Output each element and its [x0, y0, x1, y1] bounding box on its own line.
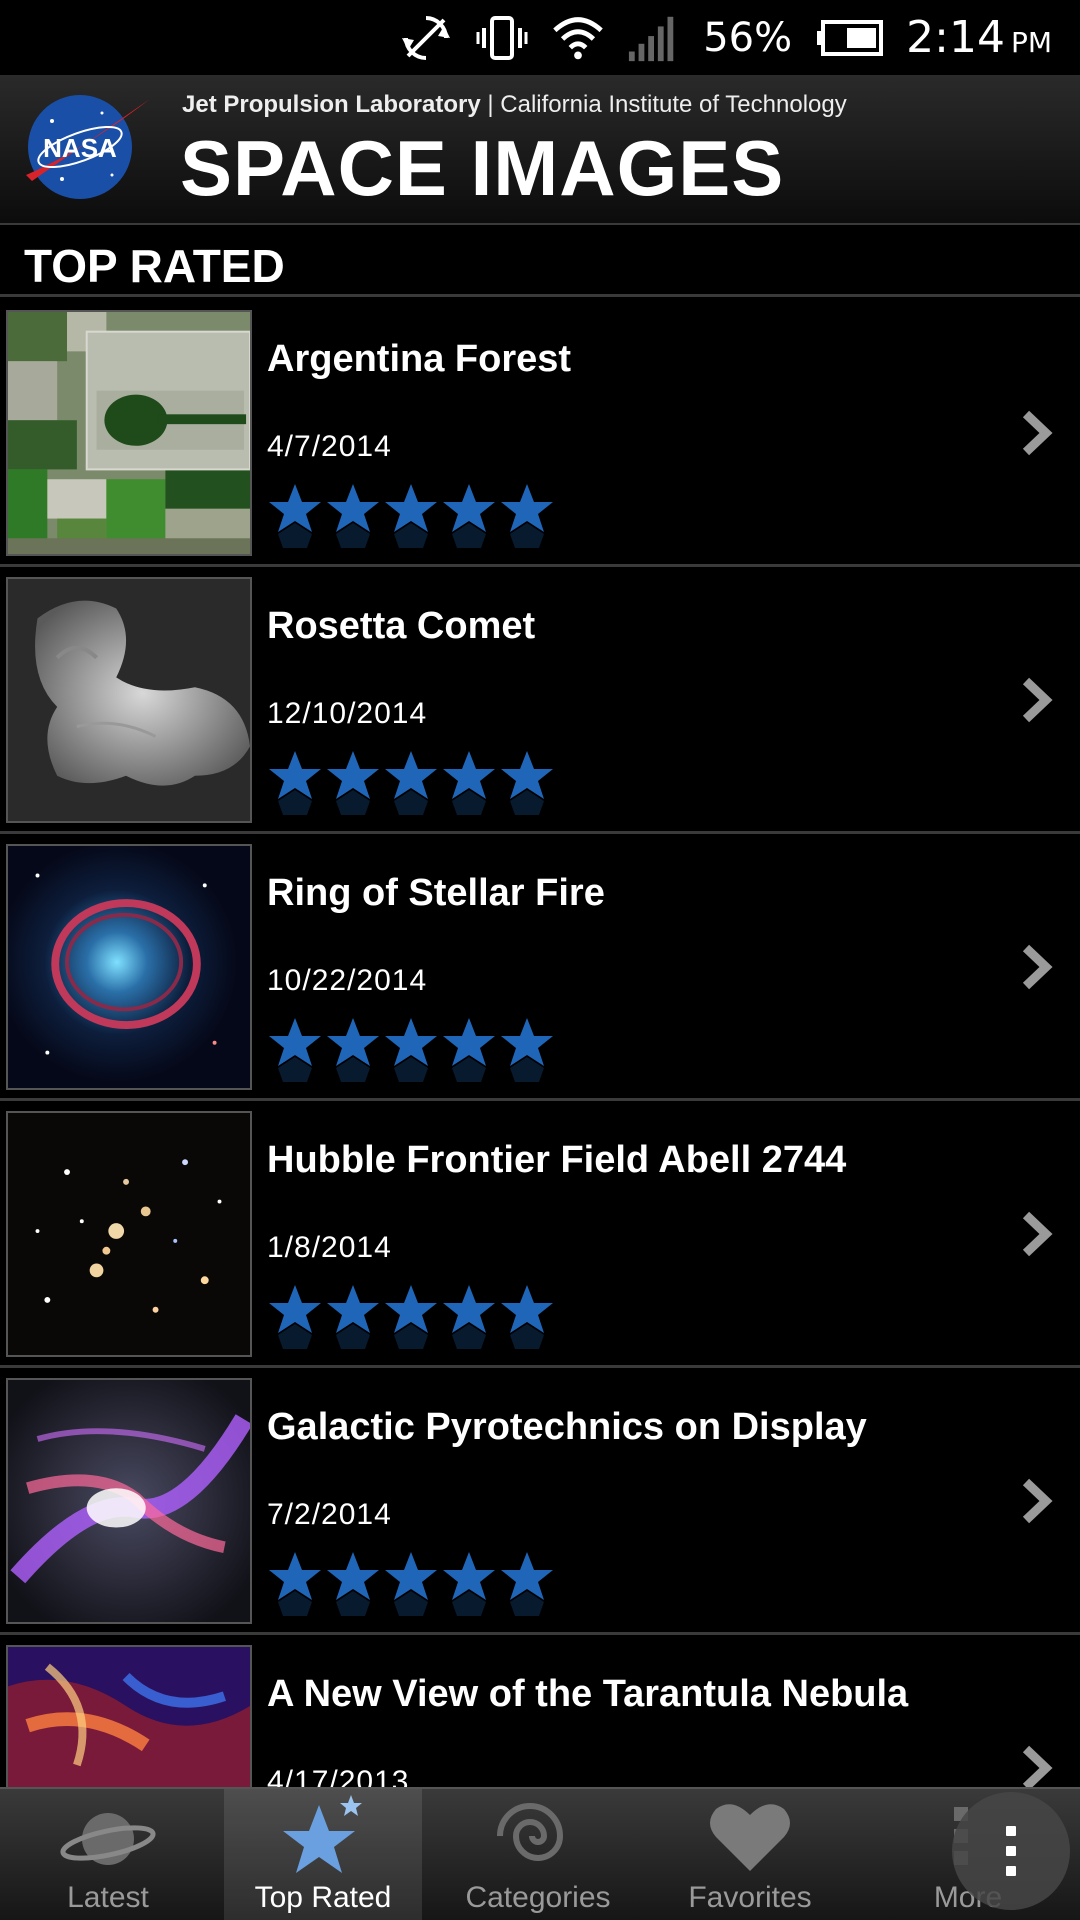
- list-item[interactable]: A New View of the Tarantula Nebula 4/17/…: [0, 1635, 1080, 1787]
- thumbnail: [6, 1378, 252, 1624]
- list-item[interactable]: Galactic Pyrotechnics on Display 7/2/201…: [0, 1368, 1080, 1635]
- star-icon: [443, 484, 495, 548]
- stars-icon: [283, 1795, 362, 1873]
- battery-percent: 56%: [703, 14, 793, 61]
- nasa-logo: NASA: [26, 95, 150, 199]
- star-icon: [269, 1285, 321, 1349]
- star-icon: [327, 484, 379, 548]
- org-line: Jet Propulsion Laboratory | California I…: [182, 91, 847, 118]
- star-icon: [269, 484, 321, 548]
- tab-label: Latest: [67, 1881, 149, 1914]
- star-icon: [269, 751, 321, 815]
- signal-icon: [627, 11, 681, 65]
- overflow-menu-button[interactable]: [952, 1792, 1070, 1910]
- star-icon: [385, 751, 437, 815]
- item-title: A New View of the Tarantula Nebula: [267, 1673, 909, 1715]
- rating-stars: [267, 1016, 555, 1086]
- heart-icon: [710, 1804, 790, 1871]
- sync-off-icon: [399, 11, 453, 65]
- clock: 2:14 PM: [906, 12, 1052, 63]
- wifi-icon: [551, 11, 605, 65]
- star-icon: [327, 1285, 379, 1349]
- star-icon: [385, 1018, 437, 1082]
- section-title: TOP RATED: [24, 240, 285, 292]
- star-icon: [385, 1552, 437, 1616]
- svg-text:NASA: NASA: [43, 133, 117, 163]
- status-bar: 56% 2:14 PM: [0, 0, 1080, 75]
- app-header: NASA Jet Propulsion Laboratory | Califor…: [0, 75, 1080, 225]
- galaxy-icon: [497, 1803, 564, 1861]
- rating-stars: [267, 482, 555, 552]
- item-date: 7/2/2014: [267, 1498, 392, 1531]
- chevron-right-icon: [1022, 944, 1053, 990]
- tab-label: Categories: [465, 1881, 611, 1914]
- item-title: Rosetta Comet: [267, 605, 536, 647]
- rating-stars: [267, 749, 555, 819]
- image-list: Argentina Forest 4/7/2014 Rosetta Comet …: [0, 300, 1080, 1787]
- list-item[interactable]: Ring of Stellar Fire 10/22/2014: [0, 834, 1080, 1101]
- star-icon: [327, 1552, 379, 1616]
- star-icon: [385, 484, 437, 548]
- star-icon: [443, 1018, 495, 1082]
- tab-top-rated[interactable]: Top Rated: [224, 1789, 422, 1920]
- list-item[interactable]: Argentina Forest 4/7/2014: [0, 300, 1080, 567]
- planet-icon: [60, 1813, 156, 1865]
- star-icon: [501, 484, 553, 548]
- star-icon: [443, 751, 495, 815]
- tab-categories[interactable]: Categories: [430, 1789, 646, 1920]
- rating-stars: [267, 1283, 555, 1353]
- item-date: 10/22/2014: [267, 964, 428, 997]
- star-icon: [269, 1018, 321, 1082]
- tab-label: Top Rated: [254, 1881, 392, 1914]
- bottom-nav: Latest Top Rated Categories Favorites Mo…: [0, 1787, 1080, 1920]
- star-icon: [385, 1285, 437, 1349]
- chevron-right-icon: [1022, 1478, 1053, 1524]
- chevron-right-icon: [1022, 1211, 1053, 1257]
- tab-label: Favorites: [688, 1881, 812, 1914]
- chevron-right-icon: [1022, 1745, 1053, 1787]
- star-icon: [327, 1018, 379, 1082]
- screen: 56% 2:14 PM NASA Jet Propulsion Laborator…: [0, 0, 1080, 1920]
- rating-stars: [267, 1550, 555, 1620]
- thumbnail: [6, 577, 252, 823]
- item-date: 4/17/2013: [267, 1765, 410, 1787]
- item-title: Ring of Stellar Fire: [267, 872, 605, 914]
- star-icon: [269, 1552, 321, 1616]
- thumbnail: [6, 1111, 252, 1357]
- tab-latest[interactable]: Latest: [0, 1789, 216, 1920]
- item-title: Galactic Pyrotechnics on Display: [267, 1406, 867, 1448]
- star-icon: [501, 1018, 553, 1082]
- app-title: SPACE IMAGES: [180, 124, 785, 212]
- list-item[interactable]: Hubble Frontier Field Abell 2744 1/8/201…: [0, 1101, 1080, 1368]
- item-date: 4/7/2014: [267, 430, 392, 463]
- item-title: Hubble Frontier Field Abell 2744: [267, 1139, 847, 1181]
- chevron-right-icon: [1022, 410, 1053, 456]
- star-icon: [443, 1552, 495, 1616]
- vibrate-icon: [475, 11, 529, 65]
- star-icon: [501, 751, 553, 815]
- thumbnail: [6, 1645, 252, 1787]
- list-item[interactable]: Rosetta Comet 12/10/2014: [0, 567, 1080, 834]
- star-icon: [501, 1285, 553, 1349]
- item-date: 12/10/2014: [267, 697, 428, 730]
- star-icon: [327, 751, 379, 815]
- star-icon: [443, 1285, 495, 1349]
- item-title: Argentina Forest: [267, 338, 572, 380]
- battery-icon: [814, 11, 884, 65]
- section-header: TOP RATED: [0, 227, 1080, 297]
- thumbnail: [6, 844, 252, 1090]
- star-icon: [501, 1552, 553, 1616]
- thumbnail: [6, 310, 252, 556]
- item-date: 1/8/2014: [267, 1231, 392, 1264]
- chevron-right-icon: [1022, 677, 1053, 723]
- more-vert-icon: [1006, 1826, 1016, 1876]
- tab-favorites[interactable]: Favorites: [645, 1789, 855, 1920]
